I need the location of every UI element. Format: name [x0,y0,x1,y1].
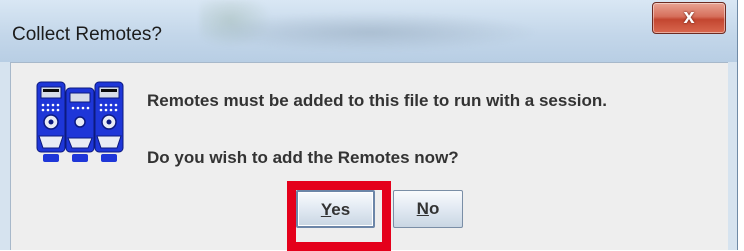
yes-label: es [331,200,351,219]
remotes-icon [36,81,124,162]
yes-mnemonic: Y [320,200,332,219]
close-icon: x [683,6,695,28]
blurred-background-path [200,0,670,62]
dialog-title: Collect Remotes? [12,24,162,45]
no-label: o [428,199,440,218]
message-line-1: Remotes must be added to this file to ru… [147,91,608,110]
no-mnemonic: N [416,199,429,218]
dialog-content: Remotes must be added to this file to ru… [10,62,728,251]
no-button[interactable]: No [393,190,463,228]
close-button[interactable]: x [652,2,726,34]
title-bar[interactable]: Collect Remotes? x [0,0,737,62]
dialog-window: Collect Remotes? x Remotes must be added… [0,0,738,251]
yes-button[interactable]: Yes [296,190,375,228]
message-line-2: Do you wish to add the Remotes now? [147,148,459,167]
